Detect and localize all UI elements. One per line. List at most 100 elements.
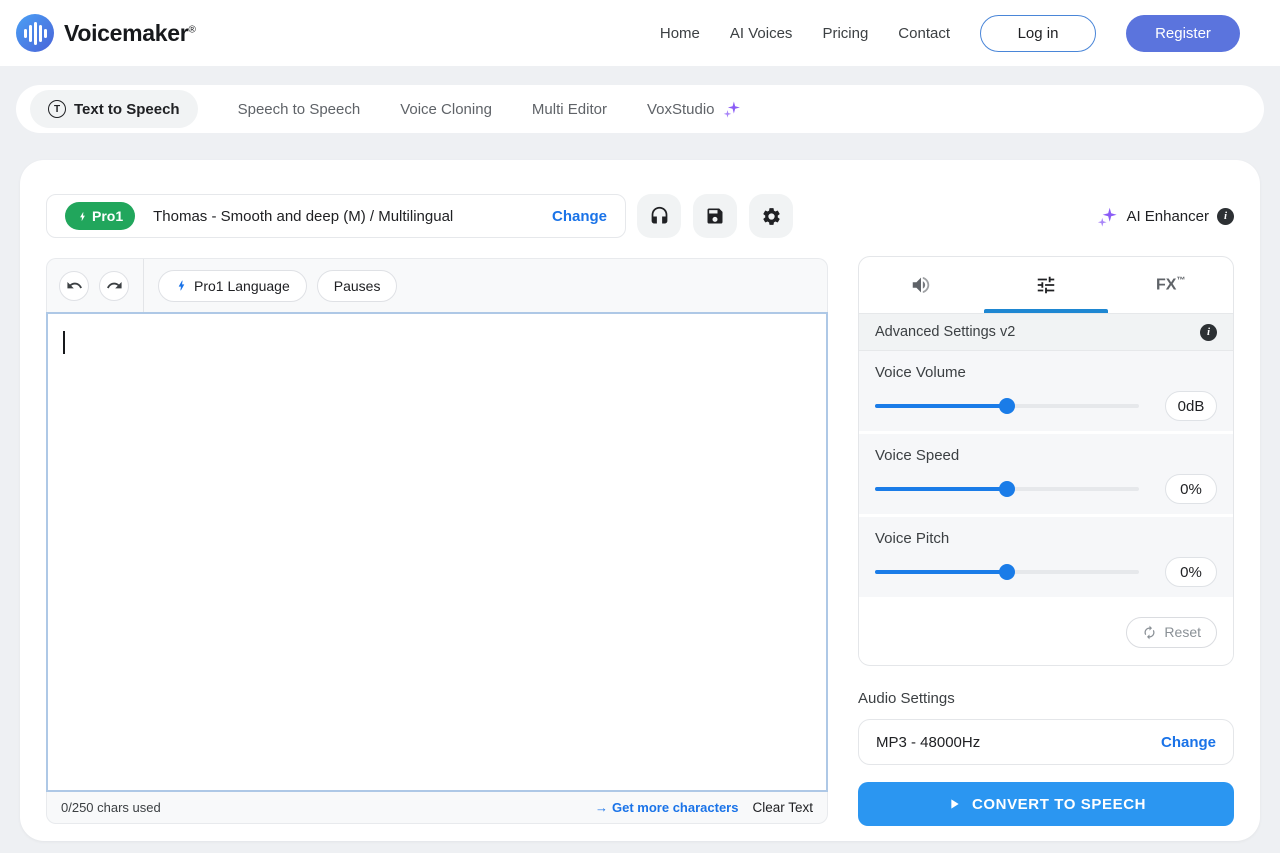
settings-button[interactable] (749, 194, 793, 238)
nav-link-contact[interactable]: Contact (898, 25, 950, 42)
register-button[interactable]: Register (1126, 15, 1240, 52)
fx-tab-label: FX™ (1156, 275, 1185, 294)
sparkles-icon (1097, 206, 1118, 227)
brand-name: Voicemaker® (64, 20, 196, 47)
voice-pitch-slider-thumb[interactable] (999, 564, 1015, 580)
tab-voice-volume-presets[interactable] (859, 257, 984, 313)
voice-name: Thomas - Smooth and deep (M) / Multiling… (153, 208, 453, 225)
nav-link-pricing[interactable]: Pricing (822, 25, 868, 42)
voice-speed-value: 0% (1165, 474, 1217, 504)
reset-row: Reset (859, 600, 1233, 664)
tab-voxstudio[interactable]: VoxStudio (647, 100, 741, 118)
tab-multi-editor[interactable]: Multi Editor (532, 101, 607, 118)
change-voice-link[interactable]: Change (552, 208, 607, 225)
tab-label: Speech to Speech (238, 101, 361, 118)
voice-volume-value: 0dB (1165, 391, 1217, 421)
voice-pitch-slider[interactable] (875, 570, 1139, 574)
voice-volume-label: Voice Volume (875, 364, 1217, 381)
redo-button[interactable] (99, 271, 129, 301)
sparkles-icon (723, 100, 741, 118)
audio-settings-box: MP3 - 48000Hz Change (858, 719, 1234, 765)
tab-label: VoxStudio (647, 101, 715, 118)
navbar: Voicemaker® Home AI Voices Pricing Conta… (0, 0, 1280, 66)
nav-link-ai-voices[interactable]: AI Voices (730, 25, 793, 42)
lightning-bolt-icon (77, 210, 88, 223)
main-card: Pro1 Thomas - Smooth and deep (M) / Mult… (20, 160, 1260, 841)
voicemaker-waveform-icon (16, 14, 54, 52)
voice-selector[interactable]: Pro1 Thomas - Smooth and deep (M) / Mult… (46, 194, 626, 238)
tab-label: Text to Speech (74, 101, 180, 118)
speaker-icon (910, 274, 932, 296)
voice-speed-label: Voice Speed (875, 447, 1217, 464)
pro1-language-label: Pro1 Language (194, 278, 290, 294)
play-icon (946, 796, 962, 812)
voice-speed-slider[interactable] (875, 487, 1139, 491)
voice-speed-section: Voice Speed 0% (859, 434, 1233, 514)
brand-logo[interactable]: Voicemaker® (16, 14, 196, 52)
tune-sliders-icon (1035, 274, 1057, 296)
voice-volume-section: Voice Volume 0dB (859, 351, 1233, 431)
page: Voicemaker® Home AI Voices Pricing Conta… (0, 0, 1280, 853)
reset-button[interactable]: Reset (1126, 617, 1217, 648)
refresh-icon (1142, 625, 1157, 640)
tab-fx[interactable]: FX™ (1108, 257, 1233, 313)
login-button[interactable]: Log in (980, 15, 1096, 52)
toolbar-divider (143, 259, 144, 313)
active-tab-underline (984, 309, 1108, 313)
headphones-icon (649, 206, 670, 227)
text-input[interactable] (46, 312, 828, 792)
voice-volume-slider[interactable] (875, 404, 1139, 408)
preview-audio-button[interactable] (637, 194, 681, 238)
tab-label: Voice Cloning (400, 101, 492, 118)
tab-speech-to-speech[interactable]: Speech to Speech (238, 101, 361, 118)
voice-pitch-value: 0% (1165, 557, 1217, 587)
ai-enhancer-label: AI Enhancer (1126, 208, 1209, 225)
voice-pitch-label: Voice Pitch (875, 530, 1217, 547)
ai-enhancer-info-icon[interactable]: i (1217, 208, 1234, 225)
voice-volume-slider-thumb[interactable] (999, 398, 1015, 414)
advanced-settings-info-icon[interactable]: i (1200, 324, 1217, 341)
advanced-settings-header: Advanced Settings v2 i (859, 314, 1233, 351)
ai-enhancer-toggle[interactable]: AI Enhancer i (1097, 194, 1234, 238)
convert-to-speech-label: CONVERT TO SPEECH (972, 796, 1146, 813)
redo-icon (106, 277, 123, 294)
nav-link-home[interactable]: Home (660, 25, 700, 42)
advanced-settings-title: Advanced Settings v2 (875, 324, 1015, 340)
undo-button[interactable] (59, 271, 89, 301)
clear-text-button[interactable]: Clear Text (752, 800, 813, 815)
chars-used-counter: 0/250 chars used (61, 800, 161, 815)
voice-pitch-section: Voice Pitch 0% (859, 517, 1233, 597)
get-more-characters-link[interactable]: →Get more characters (595, 800, 738, 815)
convert-to-speech-button[interactable]: CONVERT TO SPEECH (858, 782, 1234, 826)
tab-advanced-settings[interactable] (984, 257, 1109, 313)
slider-fill (875, 487, 1007, 491)
circled-t-icon: T (48, 100, 66, 118)
change-audio-settings-link[interactable]: Change (1161, 734, 1216, 751)
tab-voice-cloning[interactable]: Voice Cloning (400, 101, 492, 118)
tab-label: Multi Editor (532, 101, 607, 118)
save-icon (705, 206, 725, 226)
pro1-language-button[interactable]: Pro1 Language (158, 270, 307, 302)
tab-text-to-speech[interactable]: T Text to Speech (30, 90, 198, 128)
nav-links: Home AI Voices Pricing Contact Log in Re… (660, 15, 1240, 52)
advanced-settings-panel: FX™ Advanced Settings v2 i Voice Volume … (858, 256, 1234, 666)
settings-tabs: FX™ (859, 257, 1233, 314)
pro1-badge-label: Pro1 (92, 208, 123, 224)
text-caret (63, 331, 65, 354)
feature-tabstrip: T Text to Speech Speech to Speech Voice … (16, 85, 1264, 133)
voice-speed-slider-thumb[interactable] (999, 481, 1015, 497)
lightning-bolt-icon (175, 278, 188, 293)
audio-settings-label: Audio Settings (858, 690, 955, 707)
editor-footer: 0/250 chars used →Get more characters Cl… (46, 792, 828, 824)
slider-fill (875, 570, 1007, 574)
editor-toolbar: Pro1 Language Pauses (46, 258, 828, 312)
gear-icon (761, 206, 782, 227)
registered-mark: ® (188, 24, 195, 35)
reset-label: Reset (1164, 624, 1201, 640)
save-button[interactable] (693, 194, 737, 238)
right-arrow-icon: → (595, 800, 608, 815)
slider-fill (875, 404, 1007, 408)
audio-format-value: MP3 - 48000Hz (876, 734, 980, 751)
text-editor: Pro1 Language Pauses 0/250 chars used →G… (46, 258, 828, 824)
pauses-button[interactable]: Pauses (317, 270, 398, 302)
